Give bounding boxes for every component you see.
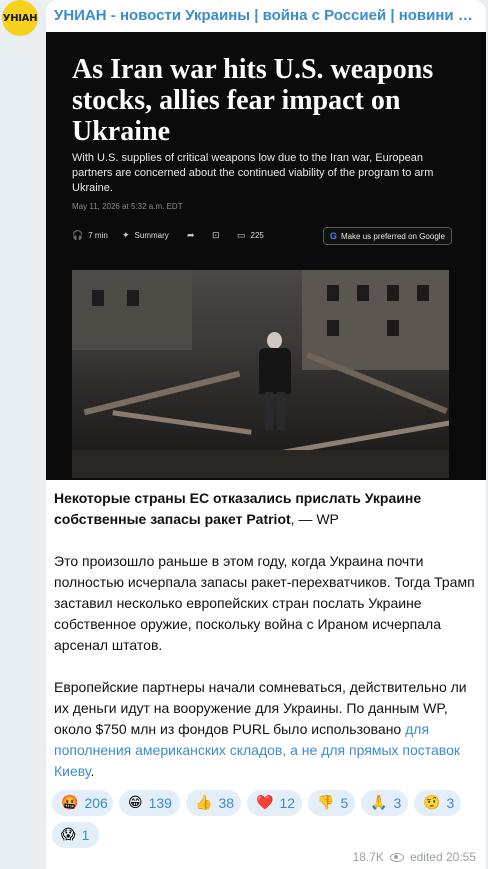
summary-item: ✦ Summary <box>122 230 169 241</box>
reaction-thumbs-down[interactable]: 👎 5 <box>308 790 355 816</box>
message-bubble: УНИАН - новости Украины | война с Россие… <box>46 0 486 869</box>
ruined-building-left <box>72 270 192 350</box>
reaction-count: 38 <box>218 795 235 811</box>
channel-avatar[interactable]: УНІАН <box>2 0 38 36</box>
building-window <box>357 285 369 301</box>
reaction-folded-hands[interactable]: 🙏 3 <box>361 790 408 816</box>
share-item: ➦ <box>187 230 195 241</box>
channel-name[interactable]: УНИАН - новости Украины | война с Россие… <box>54 7 479 24</box>
post-lead-bold: Некоторые страны ЕС отказались прислать … <box>54 490 422 527</box>
building-window <box>127 290 139 306</box>
eye-icon <box>389 852 404 862</box>
read-time-label: 7 min <box>88 231 108 240</box>
post-paragraph-2: Это произошло раньше в этом году, когда … <box>54 553 475 653</box>
article-headline: As Iran war hits U.S. weapons stocks, al… <box>72 54 434 147</box>
building-window <box>327 285 339 301</box>
reaction-grinning-face[interactable]: 😁 139 <box>119 790 180 816</box>
post-lead: Некоторые страны ЕС отказались прислать … <box>54 488 479 530</box>
edited-timestamp: edited 20:55 <box>409 850 476 864</box>
building-window <box>327 320 339 336</box>
folded-hands-icon: 🙏 <box>370 795 388 811</box>
raised-eyebrow-face-icon: 🤨 <box>423 795 441 811</box>
reaction-red-heart[interactable]: ❤️ 12 <box>247 790 302 816</box>
swearing-face-icon: 🤬 <box>61 795 79 811</box>
share-icon: ➦ <box>187 230 195 240</box>
post-paragraph-3: Европейские партнеры начали сомневаться,… <box>54 677 479 782</box>
reaction-count: 3 <box>393 795 402 811</box>
headphones-icon: 🎧 <box>72 230 84 240</box>
comments-count: 225 <box>250 231 264 240</box>
avatar-logo-text: УНІАН <box>2 12 38 24</box>
standing-man-figure <box>255 332 295 432</box>
reaction-count: 3 <box>446 795 455 811</box>
debris-beam <box>83 370 241 416</box>
post-paragraph-3-end: . <box>90 763 95 779</box>
post-lead-source: , — WP <box>290 511 339 527</box>
reaction-raised-eyebrow-face[interactable]: 🤨 3 <box>414 790 461 816</box>
message-footer: 18.7K edited 20:55 <box>353 850 476 864</box>
article-screenshot[interactable]: As Iran war hits U.S. weapons stocks, al… <box>46 32 486 480</box>
reaction-swearing-face[interactable]: 🤬 206 <box>52 790 113 816</box>
rubble-ground <box>72 450 449 478</box>
article-date: May 11, 2026 at 5:32 a.m. EDT <box>72 202 183 211</box>
reaction-count: 1 <box>81 827 90 843</box>
google-cta-label: Make us preferred on Google <box>340 231 445 241</box>
thumbs-up-icon: 👍 <box>195 795 213 811</box>
thumbs-down-icon: 👎 <box>317 795 335 811</box>
building-window <box>417 285 429 301</box>
grinning-face-icon: 😁 <box>128 795 143 811</box>
article-photo <box>72 270 449 478</box>
screaming-face-icon: 😱 <box>61 827 76 843</box>
red-heart-icon: ❤️ <box>256 795 274 811</box>
reaction-screaming-face[interactable]: 😱 1 <box>52 822 99 848</box>
reaction-count: 12 <box>279 795 296 811</box>
reaction-count: 206 <box>84 795 108 811</box>
building-window <box>387 285 399 301</box>
google-preferred-pill: G Make us preferred on Google <box>322 227 452 245</box>
read-time: 🎧 7 min <box>72 230 108 241</box>
summary-label: Summary <box>134 231 169 240</box>
bookmark-item: ⊡ <box>212 230 220 241</box>
comment-icon: ▭ <box>237 230 246 240</box>
building-window <box>92 290 104 306</box>
view-count: 18.7K <box>352 850 384 864</box>
comments-item: ▭ 225 <box>237 230 264 241</box>
reaction-thumbs-up[interactable]: 👍 38 <box>186 790 241 816</box>
sparkle-icon: ✦ <box>122 230 130 240</box>
debris-beam <box>112 410 252 435</box>
google-icon: G <box>329 231 337 241</box>
article-subheadline: With U.S. supplies of critical weapons l… <box>72 152 434 194</box>
building-window <box>387 320 399 336</box>
article-meta-bar: 🎧 7 min ✦ Summary ➦ ⊡ ▭ 225 G Make us pr… <box>72 227 452 245</box>
reaction-count: 5 <box>340 795 349 811</box>
reaction-count: 139 <box>148 795 172 811</box>
post-body: Некоторые страны ЕС отказались прислать … <box>54 488 479 803</box>
bookmark-icon: ⊡ <box>212 230 220 240</box>
